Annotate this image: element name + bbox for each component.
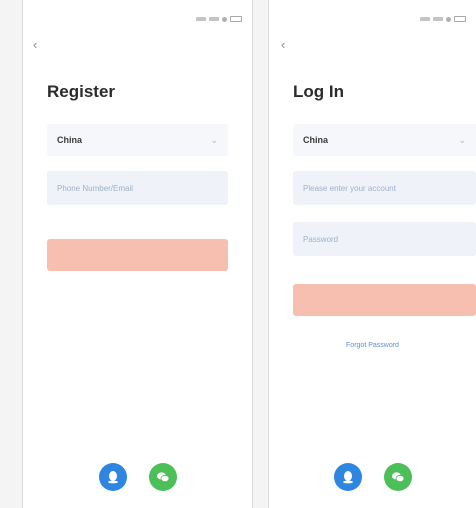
wechat-icon [391,472,404,483]
account-input[interactable] [293,171,476,205]
chevron-down-icon: ⌄ [210,134,218,145]
region-value: China [303,135,329,145]
region-select[interactable]: China ⌄ [293,124,476,156]
network-icon [209,17,219,21]
register-screen: ‹ Register China ⌄ [22,0,253,508]
qq-login-button[interactable] [333,463,362,491]
wechat-icon [156,472,169,483]
login-screen: ‹ Log In China ⌄ Forgot Password [268,0,476,508]
region-select[interactable]: China ⌄ [47,124,228,156]
wifi-icon [446,16,451,22]
page-title: Register [47,82,116,101]
wifi-icon [222,16,227,22]
social-login-row [269,463,476,491]
qq-login-button[interactable] [98,463,127,491]
qq-icon [107,471,118,484]
status-bar [193,14,242,24]
region-value: China [57,135,83,145]
get-verification-code-button[interactable] [47,239,228,271]
qq-icon [342,471,353,484]
page-title: Log In [293,82,344,101]
signal-icon [196,17,206,21]
battery-icon [454,16,466,22]
password-input[interactable] [293,222,476,256]
battery-icon [230,16,242,22]
login-button[interactable] [293,284,476,316]
forgot-password-link[interactable]: Forgot Password [269,342,476,349]
social-login-row [23,463,252,491]
chevron-down-icon: ⌄ [458,134,466,145]
chevron-left-icon: ‹ [33,37,38,52]
chevron-left-icon: ‹ [281,37,286,52]
signal-icon [420,17,430,21]
wechat-login-button[interactable] [383,463,412,491]
back-button[interactable]: ‹ [281,38,295,52]
status-bar [417,14,466,24]
wechat-login-button[interactable] [148,463,177,491]
back-button[interactable]: ‹ [33,38,47,52]
network-icon [433,17,443,21]
account-input[interactable] [47,171,228,205]
